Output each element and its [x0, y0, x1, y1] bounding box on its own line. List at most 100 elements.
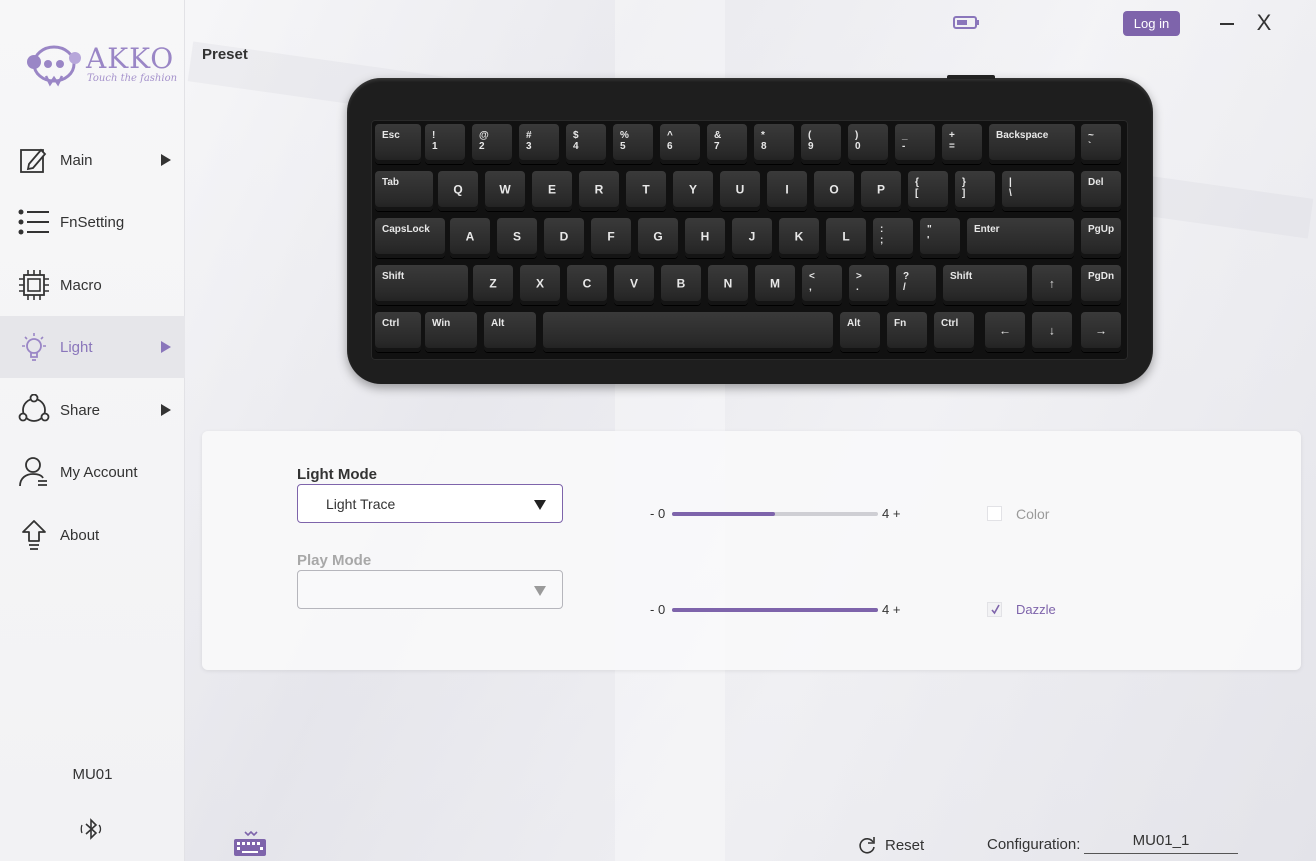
slider-max-label[interactable]: 4 +: [882, 506, 900, 521]
key[interactable]: Backspace: [989, 124, 1075, 164]
slider-min-label[interactable]: - 0: [650, 506, 665, 521]
configuration-value[interactable]: MU01_1: [1084, 832, 1238, 854]
key[interactable]: $ 4: [566, 124, 606, 164]
key[interactable]: A: [450, 218, 490, 258]
key[interactable]: Z: [473, 265, 513, 305]
minimize-button[interactable]: [1215, 10, 1239, 36]
key[interactable]: Enter: [967, 218, 1074, 258]
bluetooth-icon[interactable]: [80, 818, 104, 840]
key[interactable]: D: [544, 218, 584, 258]
key[interactable]: " ': [920, 218, 960, 258]
key[interactable]: B: [661, 265, 701, 305]
key[interactable]: ^ 6: [660, 124, 700, 164]
key[interactable]: T: [626, 171, 666, 211]
key-label: T: [642, 182, 650, 197]
sidebar-item-fnsetting[interactable]: FnSetting: [0, 191, 185, 253]
key[interactable]: Tab: [375, 171, 433, 211]
key[interactable]: < ,: [802, 265, 842, 305]
key[interactable]: PgUp: [1081, 218, 1121, 258]
key[interactable]: PgDn: [1081, 265, 1121, 305]
key[interactable]: →: [1081, 312, 1121, 352]
key[interactable]: ↑: [1032, 265, 1072, 305]
key[interactable]: ←: [985, 312, 1025, 352]
key[interactable]: ) 0: [848, 124, 888, 164]
key[interactable]: Alt: [484, 312, 536, 352]
sidebar-item-label: Macro: [60, 276, 102, 294]
key[interactable]: ~ `: [1081, 124, 1121, 164]
key[interactable]: E: [532, 171, 572, 211]
key[interactable]: | \: [1002, 171, 1074, 211]
key[interactable]: O: [814, 171, 854, 211]
speed-slider[interactable]: [672, 608, 878, 612]
key[interactable]: Win: [425, 312, 477, 352]
dazzle-checkbox[interactable]: [987, 602, 1002, 617]
key[interactable]: F: [591, 218, 631, 258]
key[interactable]: ( 9: [801, 124, 841, 164]
key[interactable]: I: [767, 171, 807, 211]
key-label: ( 9: [808, 130, 814, 152]
keyboard-layout-icon[interactable]: [233, 830, 267, 857]
key[interactable]: C: [567, 265, 607, 305]
key[interactable]: Fn: [887, 312, 927, 352]
key[interactable]: Q: [438, 171, 478, 211]
key[interactable]: Ctrl: [934, 312, 974, 352]
close-button[interactable]: X: [1251, 9, 1277, 37]
key[interactable]: U: [720, 171, 760, 211]
key[interactable]: W: [485, 171, 525, 211]
key[interactable]: Ctrl: [375, 312, 421, 352]
sidebar-item-share[interactable]: Share: [0, 379, 185, 441]
chip-icon: [18, 269, 50, 301]
key-label: Z: [489, 276, 497, 291]
key[interactable]: * 8: [754, 124, 794, 164]
key[interactable]: : ;: [873, 218, 913, 258]
key[interactable]: _ -: [895, 124, 935, 164]
key[interactable]: P: [861, 171, 901, 211]
key[interactable]: G: [638, 218, 678, 258]
brightness-slider[interactable]: [672, 512, 878, 516]
color-checkbox[interactable]: [987, 506, 1002, 521]
key[interactable]: ↓: [1032, 312, 1072, 352]
light-mode-select[interactable]: Light Trace: [297, 484, 563, 523]
key[interactable]: Esc: [375, 124, 421, 164]
key[interactable]: N: [708, 265, 748, 305]
play-mode-select[interactable]: [297, 570, 563, 609]
key[interactable]: { [: [908, 171, 948, 211]
key[interactable]: R: [579, 171, 619, 211]
key-label: A: [465, 229, 475, 244]
slider-max-label[interactable]: 4 +: [882, 602, 900, 617]
key[interactable]: S: [497, 218, 537, 258]
key[interactable]: Y: [673, 171, 713, 211]
key[interactable]: V: [614, 265, 654, 305]
edit-icon: [18, 144, 50, 176]
key[interactable]: % 5: [613, 124, 653, 164]
sidebar-item-main[interactable]: Main: [0, 129, 185, 191]
key[interactable]: H: [685, 218, 725, 258]
key[interactable]: M: [755, 265, 795, 305]
key[interactable]: } ]: [955, 171, 995, 211]
key[interactable]: X: [520, 265, 560, 305]
key[interactable]: J: [732, 218, 772, 258]
key[interactable]: ! 1: [425, 124, 465, 164]
login-button[interactable]: Log in: [1123, 11, 1180, 36]
key[interactable]: K: [779, 218, 819, 258]
slider-min-label[interactable]: - 0: [650, 602, 665, 617]
key[interactable]: Shift: [943, 265, 1027, 305]
key[interactable]: CapsLock: [375, 218, 445, 258]
key[interactable]: ? /: [896, 265, 936, 305]
key[interactable]: Shift: [375, 265, 468, 305]
key-label: : ;: [880, 224, 884, 246]
sidebar-item-macro[interactable]: Macro: [0, 254, 185, 316]
key[interactable]: > .: [849, 265, 889, 305]
key-space[interactable]: [543, 312, 833, 352]
key[interactable]: Alt: [840, 312, 880, 352]
sidebar-item-about[interactable]: About: [0, 504, 185, 566]
key[interactable]: + =: [942, 124, 982, 164]
sidebar-item-my-account[interactable]: My Account: [0, 441, 185, 503]
key[interactable]: & 7: [707, 124, 747, 164]
key[interactable]: L: [826, 218, 866, 258]
reset-button[interactable]: Reset: [857, 834, 924, 856]
key[interactable]: @ 2: [472, 124, 512, 164]
key[interactable]: # 3: [519, 124, 559, 164]
sidebar-item-light[interactable]: Light: [0, 316, 185, 378]
key[interactable]: Del: [1081, 171, 1121, 211]
